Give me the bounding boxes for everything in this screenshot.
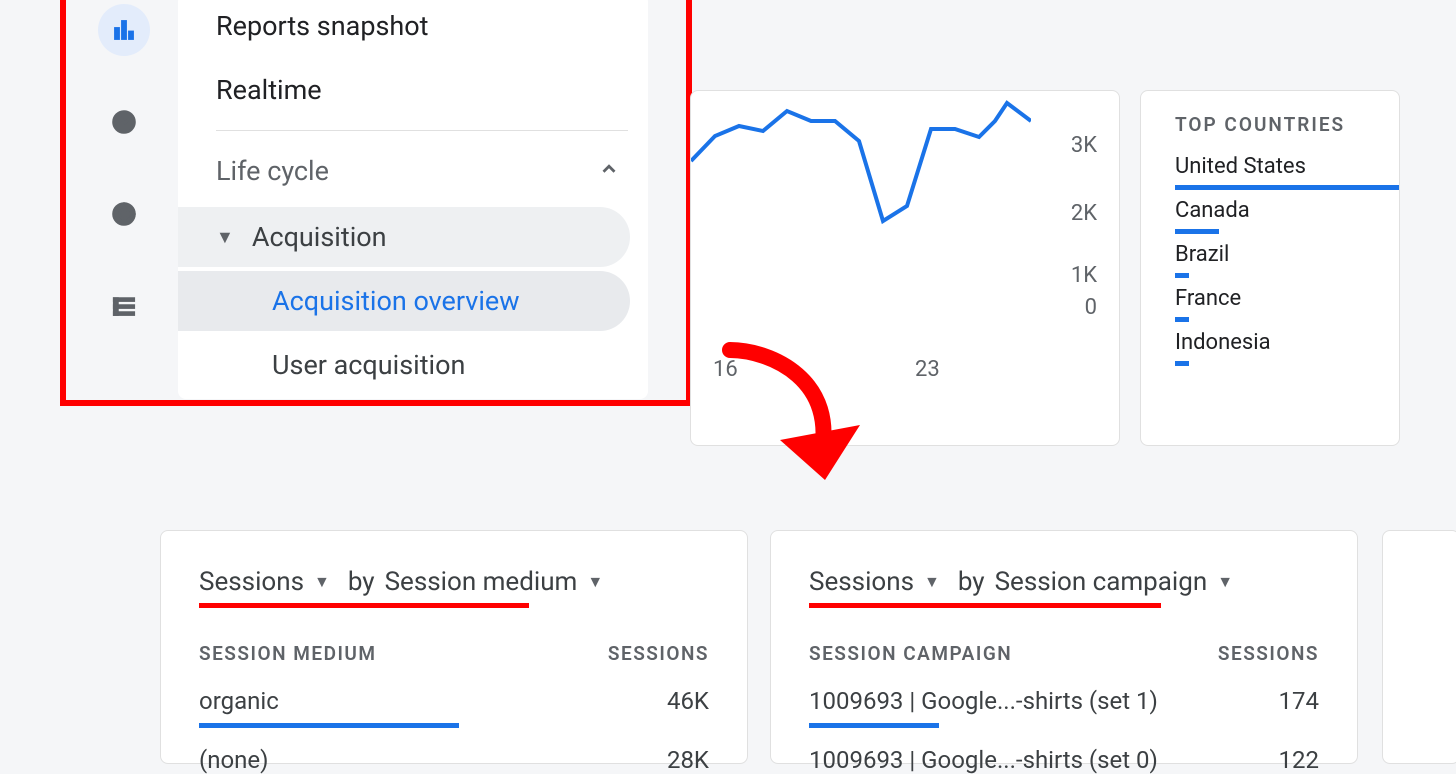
country-bar <box>1175 361 1189 366</box>
country-bar <box>1175 273 1189 278</box>
country-name: Indonesia <box>1175 330 1399 355</box>
chart-y-axis: 3K 2K 1K 0 <box>1037 91 1097 351</box>
icon-rail <box>88 0 160 332</box>
row-label: organic <box>199 687 279 715</box>
sessions-by-campaign-card: Sessions ▼ by Session campaign ▼ SESSION… <box>770 530 1358 764</box>
country-name: United States <box>1175 154 1399 179</box>
country-row[interactable]: Canada <box>1175 198 1399 234</box>
card-dimension-dropdown[interactable]: Sessions ▼ by Session medium ▼ <box>199 567 709 597</box>
metric-label: Sessions <box>199 567 304 597</box>
table-row[interactable]: (none) 28K <box>199 746 709 774</box>
users-chart-card: 3K 2K 1K 0 16 23 <box>690 90 1120 446</box>
table-row[interactable]: 1009693 | Google...-shirts (set 1) 174 <box>809 687 1319 715</box>
col-sessions: SESSIONS <box>1218 642 1319 665</box>
row-value: 28K <box>667 746 709 774</box>
nav-separator <box>216 130 628 131</box>
advertising-icon[interactable] <box>98 188 150 240</box>
dimension-label: Session medium <box>385 567 578 597</box>
country-row[interactable]: Indonesia <box>1175 330 1399 366</box>
by-label: by <box>958 567 985 597</box>
ylabel: 2K <box>1071 201 1097 226</box>
country-bar <box>1175 229 1219 234</box>
row-bar <box>809 723 939 728</box>
configure-icon[interactable] <box>98 280 150 332</box>
row-value: 46K <box>667 687 709 715</box>
explore-icon[interactable] <box>98 96 150 148</box>
ylabel: 0 <box>1085 295 1097 320</box>
line-chart <box>691 91 1031 351</box>
xlabel: 23 <box>915 357 940 382</box>
col-sessions: SESSIONS <box>608 642 709 665</box>
nav-realtime[interactable]: Realtime <box>178 58 648 122</box>
nav-reports-snapshot[interactable]: Reports snapshot <box>178 0 648 58</box>
chevron-up-icon <box>598 155 620 187</box>
row-bar <box>199 723 459 728</box>
row-value: 122 <box>1279 746 1319 774</box>
country-bar <box>1175 317 1189 322</box>
row-label: 1009693 | Google...-shirts (set 0) <box>809 746 1158 774</box>
nav-life-cycle-header[interactable]: Life cycle <box>178 139 648 203</box>
nav-life-cycle-label: Life cycle <box>216 155 329 187</box>
table-row[interactable]: 1009693 | Google...-shirts (set 0) 122 <box>809 746 1319 774</box>
nav-user-acquisition[interactable]: User acquisition <box>178 335 630 395</box>
ylabel: 1K <box>1071 263 1097 288</box>
card-dimension-dropdown[interactable]: Sessions ▼ by Session campaign ▼ <box>809 567 1319 597</box>
nav-acquisition-label: Acquisition <box>252 221 387 253</box>
country-row[interactable]: France <box>1175 286 1399 322</box>
col-dimension: SESSION CAMPAIGN <box>809 642 1012 665</box>
top-countries-title: TOP COUNTRIES <box>1175 113 1399 136</box>
col-dimension: SESSION MEDIUM <box>199 642 377 665</box>
next-card-sliver <box>1382 530 1456 764</box>
country-bar <box>1175 185 1399 190</box>
nav-acquisition-overview[interactable]: Acquisition overview <box>178 271 630 331</box>
ylabel: 3K <box>1071 133 1097 158</box>
country-row[interactable]: United States <box>1175 154 1399 190</box>
caret-down-icon: ▼ <box>314 572 330 592</box>
sessions-by-medium-card: Sessions ▼ by Session medium ▼ SESSION M… <box>160 530 748 764</box>
caret-down-icon: ▼ <box>1217 572 1233 592</box>
by-label: by <box>348 567 375 597</box>
caret-down-icon: ▼ <box>216 227 234 248</box>
row-label: (none) <box>199 746 269 774</box>
country-name: France <box>1175 286 1399 311</box>
country-name: Brazil <box>1175 242 1399 267</box>
country-name: Canada <box>1175 198 1399 223</box>
country-row[interactable]: Brazil <box>1175 242 1399 278</box>
row-value: 174 <box>1279 687 1319 715</box>
xlabel: 16 <box>713 357 738 382</box>
annotation-red-underline <box>809 603 1161 608</box>
reports-nav-panel: Reports snapshot Realtime Life cycle ▼ A… <box>178 0 648 399</box>
caret-down-icon: ▼ <box>924 572 940 592</box>
row-label: 1009693 | Google...-shirts (set 1) <box>809 687 1158 715</box>
reports-icon[interactable] <box>98 4 150 56</box>
dimension-label: Session campaign <box>995 567 1208 597</box>
caret-down-icon: ▼ <box>587 572 603 592</box>
annotation-red-underline <box>199 603 529 608</box>
nav-acquisition[interactable]: ▼ Acquisition <box>178 207 630 267</box>
table-row[interactable]: organic 46K <box>199 687 709 715</box>
top-countries-card: TOP COUNTRIES United States Canada Brazil F… <box>1140 90 1400 446</box>
metric-label: Sessions <box>809 567 914 597</box>
